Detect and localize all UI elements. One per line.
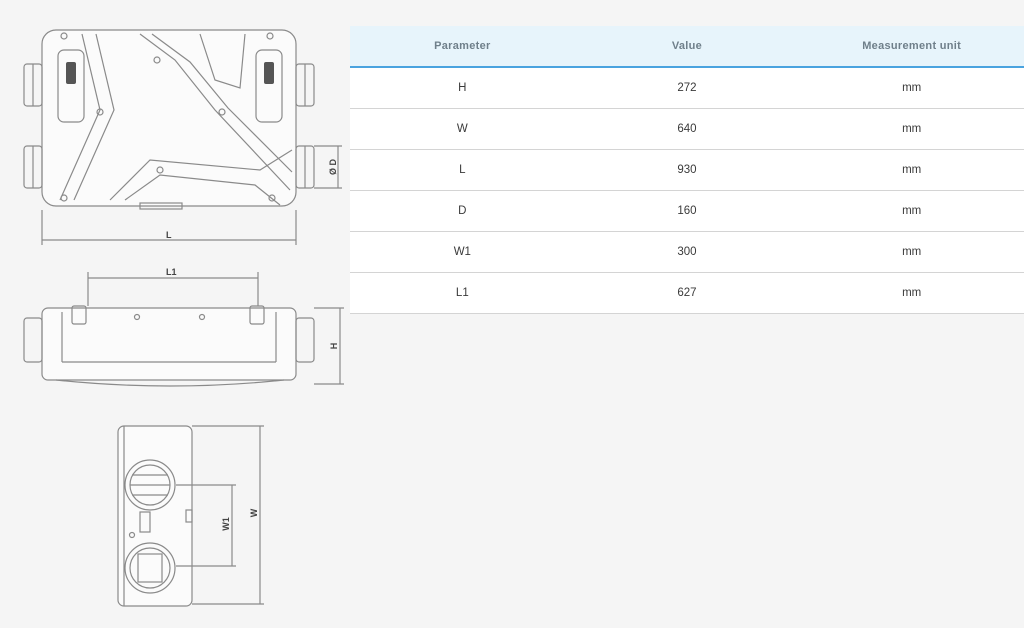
dim-label-w1: W1 bbox=[221, 517, 231, 531]
cell-parameter: L1 bbox=[350, 272, 575, 314]
cell-unit: mm bbox=[799, 149, 1024, 191]
dim-label-l1: L1 bbox=[166, 267, 177, 277]
cell-unit: mm bbox=[799, 67, 1024, 109]
cell-unit: mm bbox=[799, 231, 1024, 273]
cell-parameter: H bbox=[350, 67, 575, 109]
cell-parameter: W1 bbox=[350, 231, 575, 273]
dim-label-l: L bbox=[166, 230, 172, 240]
cell-value: 627 bbox=[574, 272, 800, 314]
header-parameter: Parameter bbox=[350, 26, 575, 68]
table-row: H 272 mm bbox=[350, 67, 1024, 109]
cell-parameter: W bbox=[350, 108, 575, 150]
table-row: L 930 mm bbox=[350, 149, 1024, 191]
table-row: W 640 mm bbox=[350, 108, 1024, 150]
dimensions-table: Parameter Value Measurement unit H 272 m… bbox=[350, 26, 1024, 314]
cell-value: 300 bbox=[574, 231, 800, 273]
cell-unit: mm bbox=[799, 108, 1024, 150]
table-header-row: Parameter Value Measurement unit bbox=[350, 26, 1024, 68]
cell-value: 930 bbox=[574, 149, 800, 191]
dim-label-d: Ø D bbox=[328, 159, 338, 176]
side-view-drawing bbox=[117, 425, 193, 607]
header-measurement-unit: Measurement unit bbox=[799, 26, 1024, 68]
table-row: D 160 mm bbox=[350, 190, 1024, 232]
cell-unit: mm bbox=[799, 190, 1024, 232]
cell-value: 640 bbox=[574, 108, 800, 150]
cell-unit: mm bbox=[799, 272, 1024, 314]
cell-parameter: D bbox=[350, 190, 575, 232]
cell-parameter: L bbox=[350, 149, 575, 191]
cell-value: 160 bbox=[574, 190, 800, 232]
table-row: W1 300 mm bbox=[350, 231, 1024, 273]
header-value: Value bbox=[574, 26, 800, 68]
front-view-drawing bbox=[23, 305, 315, 387]
dim-label-w: W bbox=[249, 508, 259, 517]
unit-drawing-svg: L L1 Ø D H W1 W bbox=[23, 29, 344, 607]
top-view-drawing bbox=[23, 29, 315, 210]
dim-label-h: H bbox=[329, 343, 339, 350]
cell-value: 272 bbox=[574, 67, 800, 109]
technical-drawings: L L1 Ø D H W1 W bbox=[0, 0, 350, 628]
table-row: L1 627 mm bbox=[350, 272, 1024, 314]
